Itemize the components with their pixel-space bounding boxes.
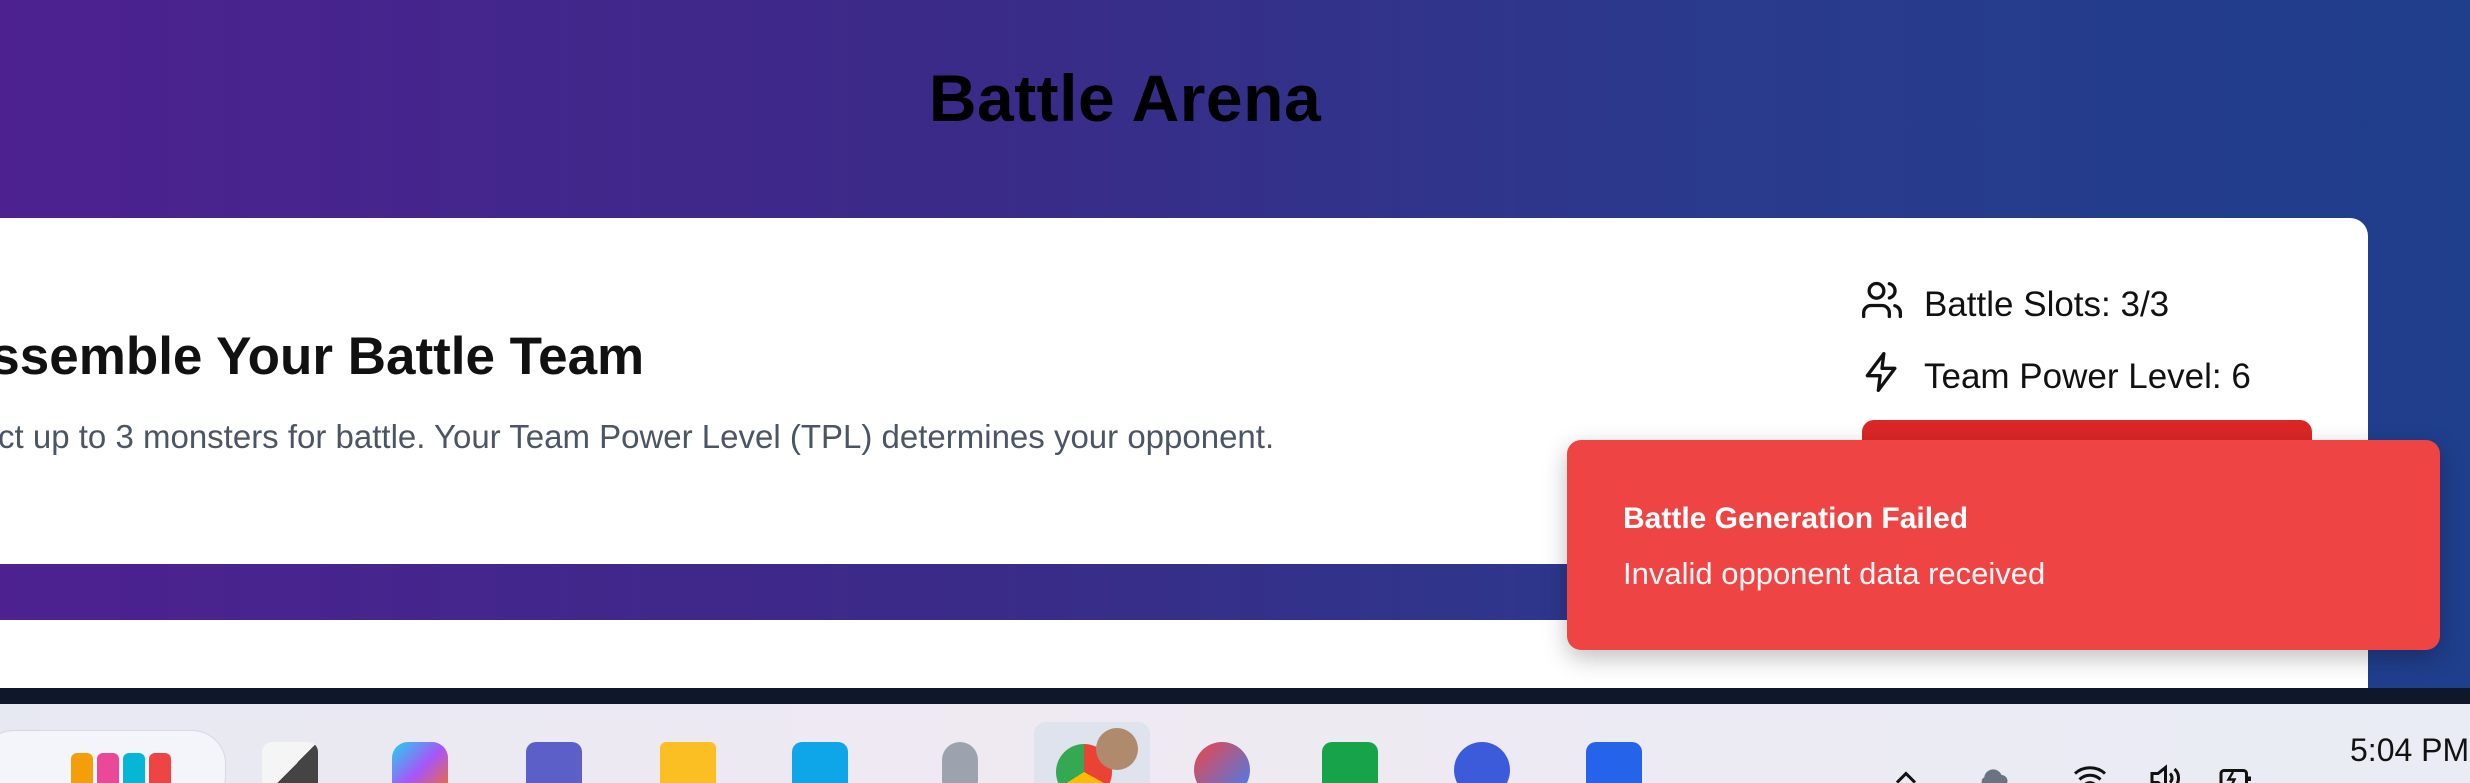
chrome-icon[interactable]	[1034, 722, 1150, 783]
team-power-label: Team Power Level: 6	[1924, 356, 2251, 396]
volume-icon[interactable]	[2146, 760, 2182, 783]
microphone-icon[interactable]	[942, 742, 978, 783]
toast-message: Invalid opponent data received	[1623, 556, 2046, 591]
cortana-icon[interactable]	[792, 742, 848, 783]
team-description: Select up to 3 monsters for battle. Your…	[0, 418, 1274, 456]
battle-slots-stat: Battle Slots: 3/3	[1860, 278, 2169, 331]
excel-icon[interactable]	[1322, 742, 1378, 783]
word-icon[interactable]	[1586, 742, 1642, 783]
task-view-icon[interactable]	[262, 742, 318, 783]
copilot-icon[interactable]	[392, 742, 448, 783]
taskbar-clock[interactable]: 5:04 PM	[2350, 732, 2469, 769]
error-toast[interactable]: Battle Generation Failed Invalid opponen…	[1567, 440, 2440, 650]
toast-title: Battle Generation Failed	[1623, 502, 1969, 535]
lightning-icon	[1860, 350, 1904, 403]
teams-icon[interactable]	[526, 742, 582, 783]
taskbar-divider	[0, 688, 2470, 704]
widgets-icon[interactable]	[0, 730, 226, 783]
team-description-text: Select up to 3 monsters for battle. Your…	[0, 418, 1275, 455]
team-heading: Assemble Your Battle Team	[0, 326, 644, 387]
taskbar: 5:04 PM	[0, 704, 2470, 783]
cloud-icon[interactable]	[1976, 760, 2012, 783]
chevron-up-icon[interactable]	[1888, 760, 1924, 783]
users-icon	[1860, 278, 1904, 331]
file-explorer-icon[interactable]	[660, 742, 716, 783]
battle-slots-label: Battle Slots: 3/3	[1924, 284, 2170, 324]
team-power-stat: Team Power Level: 6	[1860, 350, 2251, 403]
team-heading-text: Assemble Your Battle Team	[0, 327, 645, 386]
app-viewport: Battle Arena Assemble Your Battle Team S…	[0, 0, 2470, 688]
wifi-icon[interactable]	[2072, 760, 2108, 783]
app-icon[interactable]	[1194, 742, 1250, 783]
page-title: Battle Arena	[928, 61, 1322, 135]
battery-icon[interactable]	[2218, 760, 2254, 783]
app-icon-blue[interactable]	[1454, 742, 1510, 783]
